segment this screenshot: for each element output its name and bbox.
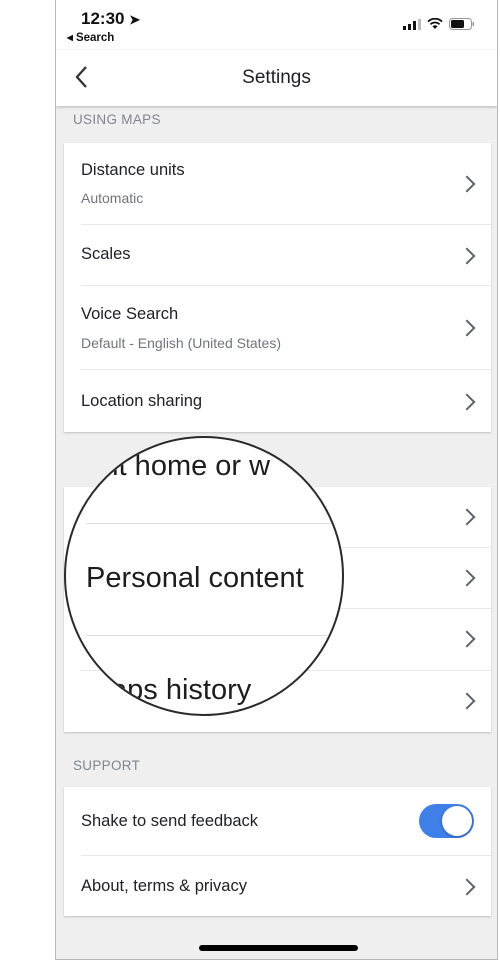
chevron-right-icon: [458, 878, 476, 896]
home-indicator[interactable]: [199, 945, 358, 951]
page-title: Settings: [242, 67, 311, 88]
setting-about-terms[interactable]: About, terms & privacy: [81, 856, 491, 916]
setting-scales[interactable]: Scales: [81, 225, 491, 286]
status-time: 12:30 ➤: [81, 9, 141, 28]
chevron-right-icon: [458, 247, 476, 265]
setting-shake-feedback: Shake to send feedback: [81, 787, 491, 856]
magnified-text: ult home or w: [96, 450, 271, 482]
chevron-right-icon: [458, 175, 476, 193]
section-label-using-maps: USING MAPS: [73, 112, 161, 127]
chevron-right-icon: [458, 569, 476, 587]
setting-location-sharing[interactable]: Location sharing: [81, 370, 491, 432]
back-to-app-link[interactable]: ◂ Search: [67, 30, 114, 44]
setting-label: Distance units: [81, 161, 185, 179]
setting-value: Automatic: [81, 190, 144, 206]
chevron-right-icon: [458, 692, 476, 710]
setting-label: Location sharing: [81, 392, 203, 410]
battery-icon: [449, 18, 474, 30]
shake-feedback-toggle[interactable]: [419, 804, 474, 838]
setting-label: Voice Search: [81, 305, 179, 323]
support-card: Shake to send feedback About, terms & pr…: [64, 787, 491, 916]
using-maps-card: Distance units Automatic Scales Voice Se…: [64, 143, 491, 432]
divider: [86, 523, 342, 524]
chevron-right-icon: [458, 319, 476, 337]
wifi-icon: [427, 18, 443, 29]
location-arrow-icon: ➤: [129, 12, 141, 27]
section-label-support: SUPPORT: [73, 758, 141, 773]
setting-value: Default - English (United States): [81, 335, 281, 351]
phone-screen: 12:30 ➤ ◂ Search Settings USING MAPS Dis…: [55, 0, 498, 960]
setting-label: Scales: [81, 245, 131, 263]
magnified-text: Personal content: [86, 562, 304, 594]
setting-label: Shake to send feedback: [81, 812, 259, 830]
toggle-knob: [442, 806, 472, 836]
setting-label: About, terms & privacy: [81, 877, 247, 895]
status-bar: 12:30 ➤ ◂ Search: [56, 0, 497, 50]
chevron-right-icon: [458, 508, 476, 526]
app-header: Settings: [56, 50, 497, 106]
signal-icon: [403, 18, 421, 30]
magnified-text: aps history: [111, 674, 252, 706]
setting-distance-units[interactable]: Distance units Automatic: [81, 143, 491, 225]
chevron-right-icon: [458, 393, 476, 411]
divider: [86, 635, 342, 636]
setting-voice-search[interactable]: Voice Search Default - English (United S…: [81, 286, 491, 370]
chevron-right-icon: [458, 630, 476, 648]
magnifier-callout: ult home or w Personal content aps histo…: [64, 436, 344, 716]
